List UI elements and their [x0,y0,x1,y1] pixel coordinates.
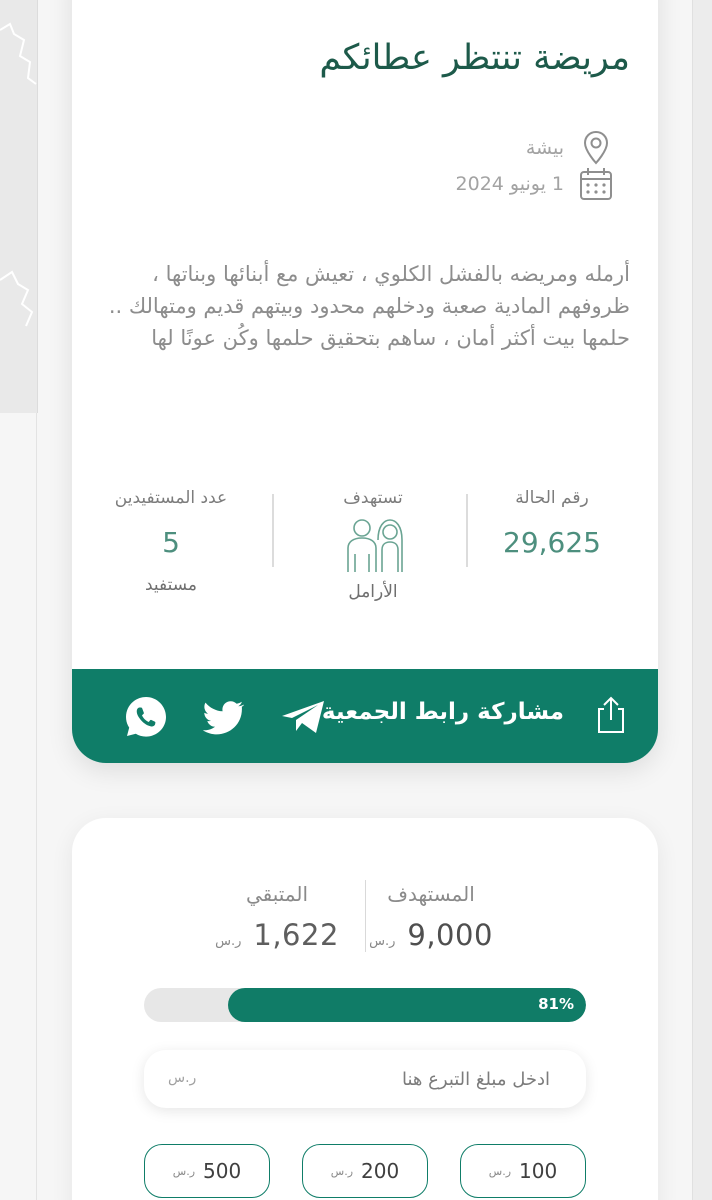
amount-divider [365,880,366,952]
share-bar: مشاركة رابط الجمعية [72,669,658,763]
target-amount-value: 9,000 [407,918,493,952]
progress-bar: 81% [144,988,586,1022]
beneficiaries-label: عدد المستفيدين [114,488,228,508]
case-number-value: 29,625 [503,526,601,559]
right-edge-strip [692,0,712,1200]
quick-amount-100-button[interactable]: 100 ر.س [460,1144,586,1198]
location-pin-icon [578,130,614,166]
beneficiaries-stat: عدد المستفيدين 5 مستفيد [96,488,246,595]
quick-amount-value: 100 [519,1159,558,1183]
quick-amount-500-button[interactable]: 500 ر.س [144,1144,270,1198]
quick-amount-value: 200 [361,1159,400,1183]
donation-card: المستهدف 9,000 ر.س المتبقي 1,622 ر.س 81%… [72,818,658,1200]
telegram-icon[interactable] [280,699,326,739]
left-map-decoration [0,0,38,413]
donation-amount-input[interactable] [230,1064,550,1094]
currency-label: ر.س [369,934,396,949]
date-row: 1 يونيو 2024 [456,166,614,202]
case-number-stat: رقم الحالة 29,625 [482,488,622,559]
case-stats: رقم الحالة 29,625 تستهدف الأرامل عدد الم… [72,488,658,628]
case-number-label: رقم الحالة [515,488,589,508]
location-row: بيشة [526,130,614,166]
left-divider [36,413,37,1200]
donation-amount-field[interactable]: ر.س [144,1050,586,1108]
target-label: تستهدف [343,488,403,508]
beneficiaries-count: 5 [162,526,180,559]
case-title: مريضة تنتظر عطائكم [319,38,630,78]
case-description: أرمله ومريضه بالفشل الكلوي ، تعيش مع أبن… [108,262,630,350]
target-group-stat: تستهدف الأرامل [298,488,448,602]
calendar-icon [578,166,614,202]
remaining-amount-label: المتبقي [245,882,309,906]
date-text: 1 يونيو 2024 [455,173,564,195]
widows-icon [298,514,448,578]
target-amount: المستهدف 9,000 ر.س [356,882,506,952]
twitter-icon[interactable] [202,701,244,739]
share-icon[interactable] [594,695,628,739]
share-link-label[interactable]: مشاركة رابط الجمعية [322,699,564,725]
progress-fill: 81% [227,988,586,1022]
case-card: مريضة تنتظر عطائكم بيشة 1 يونيو 2024 أرم… [72,0,658,763]
target-amount-label: المستهدف [387,882,475,906]
location-text: بيشة [525,137,564,159]
stats-divider [272,494,274,567]
whatsapp-icon[interactable] [124,695,168,743]
beneficiaries-unit: مستفيد [144,575,198,595]
currency-label: ر.س [215,934,242,949]
remaining-amount-value: 1,622 [253,918,339,952]
progress-percent: 81% [538,995,574,1013]
target-group-text: الأرامل [348,582,398,602]
input-currency-label: ر.س [168,1070,197,1086]
quick-amount-currency: ر.س [172,1164,196,1178]
quick-amount-currency: ر.س [488,1164,512,1178]
quick-amount-currency: ر.س [330,1164,354,1178]
quick-amount-value: 500 [203,1159,242,1183]
remaining-amount: المتبقي 1,622 ر.س [202,882,352,952]
stats-divider [466,494,468,567]
quick-amount-200-button[interactable]: 200 ر.س [302,1144,428,1198]
